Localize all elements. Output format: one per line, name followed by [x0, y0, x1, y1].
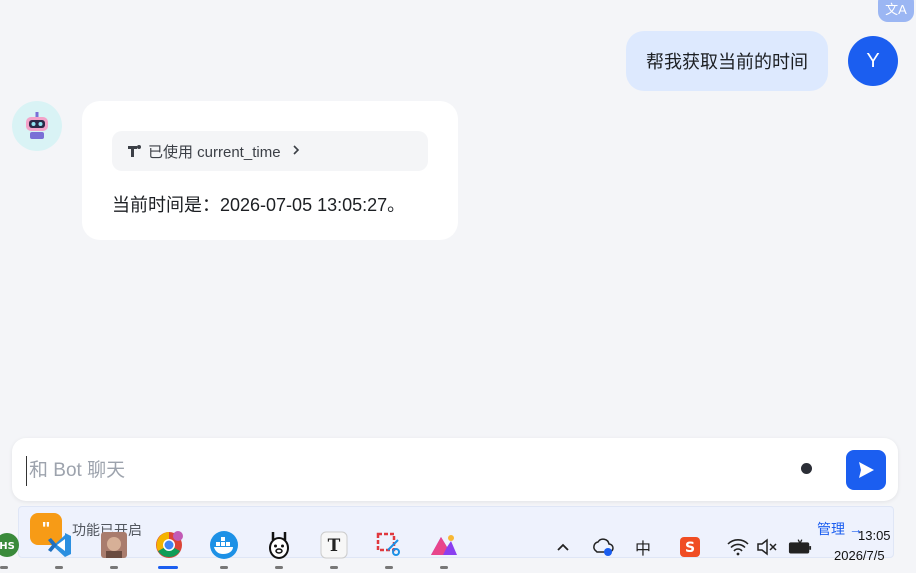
battery-icon[interactable]	[788, 535, 812, 559]
voice-indicator-icon[interactable]	[801, 463, 812, 474]
translate-icon: 文A	[885, 2, 907, 17]
bot-message-bubble: 已使用 current_time 当前时间是：2026-07-05 13:05:…	[82, 101, 458, 240]
svg-text:T: T	[328, 536, 341, 556]
user-message-row: 帮我获取当前的时间 Y	[626, 31, 898, 91]
taskbar-indicator	[55, 566, 63, 569]
ime-indicator-label: 中	[634, 541, 651, 558]
arc-app-icon[interactable]	[429, 530, 459, 560]
taskbar: HS T 中 S 13:05 2026/7/5	[0, 522, 916, 573]
chat-input[interactable]	[26, 456, 771, 486]
taskbar-indicator	[330, 566, 338, 569]
chevron-up-icon[interactable]	[551, 535, 575, 559]
composer	[12, 438, 898, 501]
tool-chip-label: 已使用 current_time	[148, 143, 281, 161]
photo-app-icon[interactable]	[99, 530, 129, 560]
sogou-ime-icon[interactable]: S	[678, 535, 702, 559]
chrome-icon[interactable]	[154, 530, 184, 560]
ime-indicator[interactable]: 中	[631, 535, 655, 559]
user-message-text: 帮我获取当前的时间	[646, 52, 808, 72]
chevron-right-icon	[291, 143, 301, 160]
bot-avatar	[12, 101, 62, 151]
taskbar-indicator	[275, 566, 283, 569]
user-message-bubble: 帮我获取当前的时间	[626, 31, 828, 91]
send-button[interactable]	[846, 450, 886, 490]
tool-icon	[128, 145, 141, 157]
taskbar-indicator	[110, 566, 118, 569]
clock-time[interactable]: 13:05	[858, 528, 891, 543]
clock-date[interactable]: 2026/7/5	[834, 548, 885, 563]
docker-icon[interactable]	[209, 530, 239, 560]
wifi-icon[interactable]	[726, 535, 750, 559]
volume-muted-icon[interactable]	[755, 535, 779, 559]
taskbar-active-indicator	[158, 566, 178, 569]
snipping-tool-icon[interactable]	[374, 530, 404, 560]
tool-usage-chip[interactable]: 已使用 current_time	[112, 131, 428, 171]
svg-text:HS: HS	[0, 541, 15, 552]
onedrive-icon[interactable]	[591, 535, 615, 559]
taskbar-indicator	[220, 566, 228, 569]
typora-icon[interactable]: T	[319, 530, 349, 560]
hs-app-icon[interactable]: HS	[0, 530, 22, 560]
taskbar-indicator	[385, 566, 393, 569]
ollama-icon[interactable]	[264, 530, 294, 560]
vscode-icon[interactable]	[44, 530, 74, 560]
robot-icon	[26, 112, 48, 139]
user-avatar[interactable]: Y	[848, 36, 898, 86]
user-avatar-letter: Y	[866, 49, 880, 72]
taskbar-indicator	[0, 566, 8, 569]
translate-button[interactable]: 文A	[878, 0, 914, 22]
svg-text:S: S	[685, 540, 695, 556]
bot-message-text: 当前时间是：2026-07-05 13:05:27。	[112, 195, 406, 215]
taskbar-indicator	[440, 566, 448, 569]
send-icon	[859, 462, 874, 478]
